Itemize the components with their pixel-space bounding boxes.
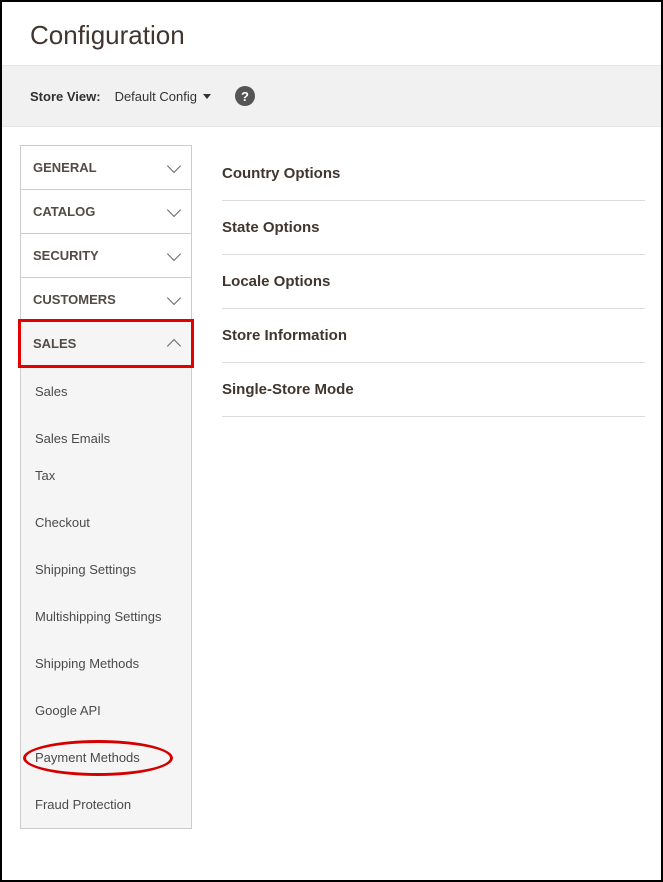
sidebar-section-customers[interactable]: CUSTOMERS: [20, 277, 192, 321]
sidebar-item-sales[interactable]: Sales: [21, 368, 191, 415]
sidebar-section-general[interactable]: GENERAL: [20, 145, 192, 189]
sidebar-section-label: SECURITY: [33, 248, 99, 263]
sidebar-item-tax[interactable]: Tax: [21, 462, 191, 499]
sidebar-item-fraud-protection[interactable]: Fraud Protection: [21, 781, 191, 828]
config-section-locale-options[interactable]: Locale Options: [222, 255, 645, 309]
sidebar-section-security[interactable]: SECURITY: [20, 233, 192, 277]
sidebar-item-shipping-methods[interactable]: Shipping Methods: [21, 640, 191, 687]
chevron-down-icon: [167, 246, 181, 260]
chevron-down-icon: [167, 290, 181, 304]
sidebar-section-catalog[interactable]: CATALOG: [20, 189, 192, 233]
config-section-state-options[interactable]: State Options: [222, 201, 645, 255]
config-section-single-store-mode[interactable]: Single-Store Mode: [222, 363, 645, 417]
scope-bar: Store View: Default Config ?: [2, 65, 661, 127]
store-view-label: Store View:: [30, 89, 101, 104]
sidebar-item-checkout[interactable]: Checkout: [21, 499, 191, 546]
sidebar-item-google-api[interactable]: Google API: [21, 687, 191, 734]
main-content: Country Options State Options Locale Opt…: [222, 145, 645, 829]
sidebar-item-payment-methods[interactable]: Payment Methods: [21, 734, 191, 781]
sidebar-item-shipping-settings[interactable]: Shipping Settings: [21, 546, 191, 593]
store-view-value: Default Config: [115, 89, 197, 104]
sidebar-section-label: CATALOG: [33, 204, 95, 219]
sidebar-section-label: GENERAL: [33, 160, 97, 175]
page-title: Configuration: [2, 2, 661, 65]
chevron-down-icon: [167, 202, 181, 216]
chevron-down-icon: [167, 158, 181, 172]
sales-sub-items: Sales Sales Emails Tax Checkout Shipping…: [20, 368, 192, 829]
config-section-store-information[interactable]: Store Information: [222, 309, 645, 363]
dropdown-icon: [203, 94, 211, 99]
sidebar-item-sales-emails[interactable]: Sales Emails: [21, 415, 191, 462]
sidebar-section-label: CUSTOMERS: [33, 292, 116, 307]
sidebar-item-multishipping-settings[interactable]: Multishipping Settings: [21, 593, 191, 640]
chevron-up-icon: [167, 338, 181, 352]
config-section-country-options[interactable]: Country Options: [222, 147, 645, 201]
help-icon[interactable]: ?: [235, 86, 255, 106]
store-view-select[interactable]: Default Config: [115, 89, 211, 104]
sidebar-section-label: SALES: [33, 336, 76, 351]
sidebar-section-sales[interactable]: SALES: [18, 319, 194, 368]
sidebar-item-label: Payment Methods: [35, 750, 140, 765]
config-sidebar: GENERAL CATALOG SECURITY CUSTOMERS SALES…: [20, 145, 192, 829]
